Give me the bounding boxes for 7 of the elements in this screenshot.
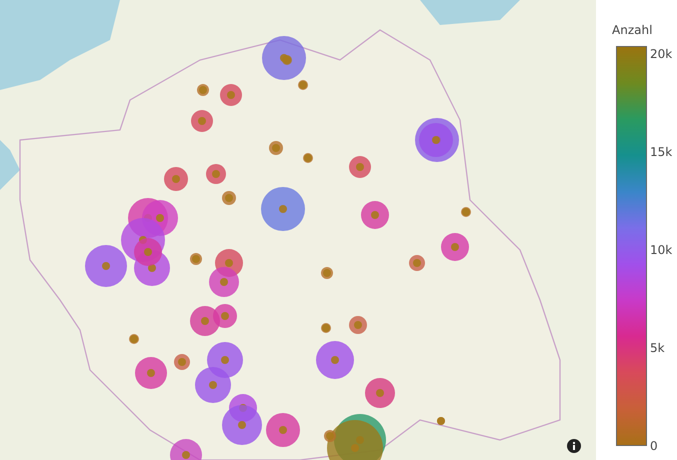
- colorbar-tick-label: 20k: [650, 47, 672, 61]
- colorbar-tick-label: 0: [650, 439, 658, 453]
- colorbar-title: Anzahl: [612, 22, 654, 38]
- info-icon[interactable]: [567, 439, 581, 453]
- colorbar-tick-label: 10k: [650, 243, 672, 257]
- colorbar-tick-label: 15k: [650, 145, 672, 159]
- colorbar-tick-label: 5k: [650, 341, 665, 355]
